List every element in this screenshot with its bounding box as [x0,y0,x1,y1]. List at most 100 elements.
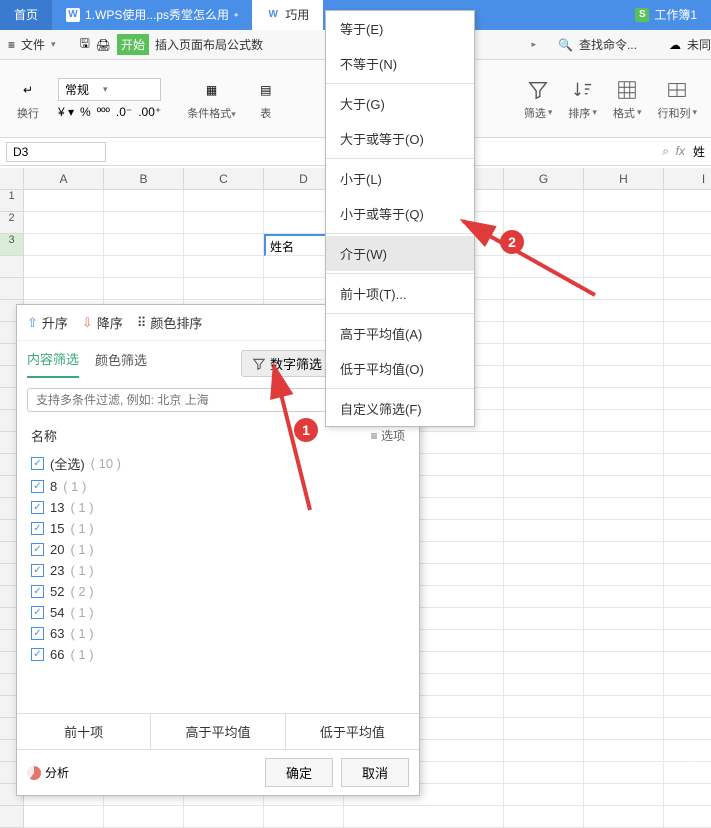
select-all-corner[interactable] [0,168,24,190]
menu-item[interactable]: 等于(E) [326,11,474,46]
tab-home[interactable]: 首页 [0,0,52,30]
filter-item[interactable]: ✓ 54 ( 1 ) [31,602,405,623]
checkbox-icon: ✓ [31,606,44,619]
filter-item[interactable]: ✓52( 2 ) [31,581,405,602]
color-sort-icon: ⠿ [137,315,147,331]
col-header[interactable]: G [504,168,584,190]
tab-color-filter[interactable]: 颜色筛选 [95,350,147,377]
table-format-label: 表 [260,105,271,121]
row-header[interactable]: 2 [0,212,24,234]
checkbox-icon: ✓ [31,480,44,493]
tab-doc-2[interactable]: W 巧用 [252,0,323,30]
format-button[interactable]: 格式▾ [607,77,648,121]
table-format-button[interactable]: ▤ 表 [246,77,286,121]
filter-item-count: ( 1 ) [70,542,93,557]
menu-item[interactable]: 高于平均值(A) [326,316,474,351]
analyze-button[interactable]: 分析 [45,764,69,781]
checkbox-icon: ✓ [31,648,44,661]
funnel-icon [252,357,266,371]
rowcol-button[interactable]: 行和列▾ [651,77,703,121]
dec-dec-icon[interactable]: .0⁻ [116,105,132,119]
filter-item-label: 63 [50,626,64,641]
menu-item[interactable]: 大于或等于(O) [326,121,474,156]
pie-icon [27,766,41,780]
filter-item-count: ( 1 ) [70,626,93,641]
checkbox-icon: ✓ [31,585,44,598]
annotation-marker-1: 1 [294,418,318,442]
menu-separator [326,83,474,84]
cloud-icon: ☁ [669,38,681,52]
sort-desc-icon: ⇩ [82,315,93,331]
below-avg-button[interactable]: 低于平均值 [286,714,419,749]
sort-by-color-button[interactable]: ⠿ 颜色排序 [137,313,203,332]
filter-item[interactable]: ✓63( 1 ) [31,623,405,644]
ribbon-tabs-rest[interactable]: 插入页面布局公式数 [155,36,263,53]
sort-desc-button[interactable]: ⇩ 降序 [82,313,123,332]
filter-item-count: ( 2 ) [70,584,93,599]
wrap-text-button[interactable]: ↵ 换行 [8,77,48,121]
tab-sheet[interactable]: S 工作簿1 [621,0,711,30]
menu-item[interactable]: 前十项(T)... [326,276,474,311]
tab-content-filter[interactable]: 内容筛选 [27,349,79,378]
menu-item[interactable]: 小于(L) [326,161,474,196]
menu-icon[interactable]: ≡ [8,38,15,52]
checkbox-icon: ✓ [31,543,44,556]
fx-icon[interactable]: ⌕ fx [662,144,685,159]
menu-separator [326,313,474,314]
currency-icon[interactable]: ¥ ▾ [58,105,74,119]
print-icon[interactable]: 🖨 [96,38,111,52]
name-box[interactable]: D3 [6,142,106,162]
annotation-marker-2: 2 [500,230,524,254]
cancel-button[interactable]: 取消 [341,758,409,787]
filter-item-count: ( 1 ) [70,605,93,620]
row-header[interactable]: 1 [0,190,24,212]
cond-format-icon: ▦ [198,77,224,103]
filter-item-label: 66 [50,647,64,662]
filter-item[interactable]: ✓15( 1 ) [31,518,405,539]
filter-item-label: 54 [50,605,64,620]
search-input[interactable]: 查找命令... [579,36,637,53]
annotation-arrow-2 [455,215,605,305]
tab-doc-1[interactable]: W 1.WPS使用...ps秀堂怎么用 • [52,0,252,30]
conditional-format-button[interactable]: ▦ 条件格式▾ [187,77,236,121]
comma-icon[interactable]: ººº [97,105,110,119]
save-icon[interactable]: 🖫 [80,34,90,55]
chevron-icon: ▸ [531,39,536,50]
file-menu[interactable]: 文件 [21,36,45,53]
filter-item-label: 8 [50,479,57,494]
menu-item[interactable]: 不等于(N) [326,46,474,81]
right-tools: 筛选▾ 排序▾ 格式▾ 行和列▾ [518,77,703,121]
filter-button[interactable]: 筛选▾ [518,77,559,121]
col-header[interactable]: A [24,168,104,190]
inc-dec-icon[interactable]: .00⁺ [138,105,161,119]
filter-item[interactable]: ✓66( 1 ) [31,644,405,665]
above-avg-button[interactable]: 高于平均值 [151,714,285,749]
menu-item[interactable]: 小于或等于(Q) [326,196,474,231]
row-header[interactable]: 3 [0,234,24,256]
checkbox-icon: ✓ [31,457,44,470]
filter-item[interactable]: ✓23( 1 ) [31,560,405,581]
menu-item[interactable]: 介于(W) [326,236,474,271]
percent-icon[interactable]: % [80,105,91,119]
sort-button[interactable]: 排序▾ [562,77,603,121]
filter-item[interactable]: ✓20( 1 ) [31,539,405,560]
filter-options-button[interactable]: ≡ 选项 [371,427,405,444]
ribbon-tab-start[interactable]: 开始 [117,34,149,55]
col-header[interactable]: B [104,168,184,190]
sort-asc-button[interactable]: ⇧ 升序 [27,313,68,332]
menu-item[interactable]: 大于(G) [326,86,474,121]
top10-button[interactable]: 前十项 [17,714,151,749]
number-format-select[interactable]: 常规 ▾ [58,78,161,101]
cond-format-label: 条件格式▾ [187,105,236,121]
tab-dot-icon: • [234,0,238,30]
checkbox-icon: ✓ [31,522,44,535]
tab-doc-2-label: 巧用 [285,0,309,30]
funnel-icon [525,77,551,103]
ok-button[interactable]: 确定 [265,758,333,787]
col-header[interactable]: H [584,168,664,190]
col-header[interactable]: C [184,168,264,190]
filter-item-count: ( 1 ) [63,479,86,494]
formula-content[interactable]: 姓 [693,143,705,160]
col-header[interactable]: I [664,168,711,190]
menu-separator [326,273,474,274]
